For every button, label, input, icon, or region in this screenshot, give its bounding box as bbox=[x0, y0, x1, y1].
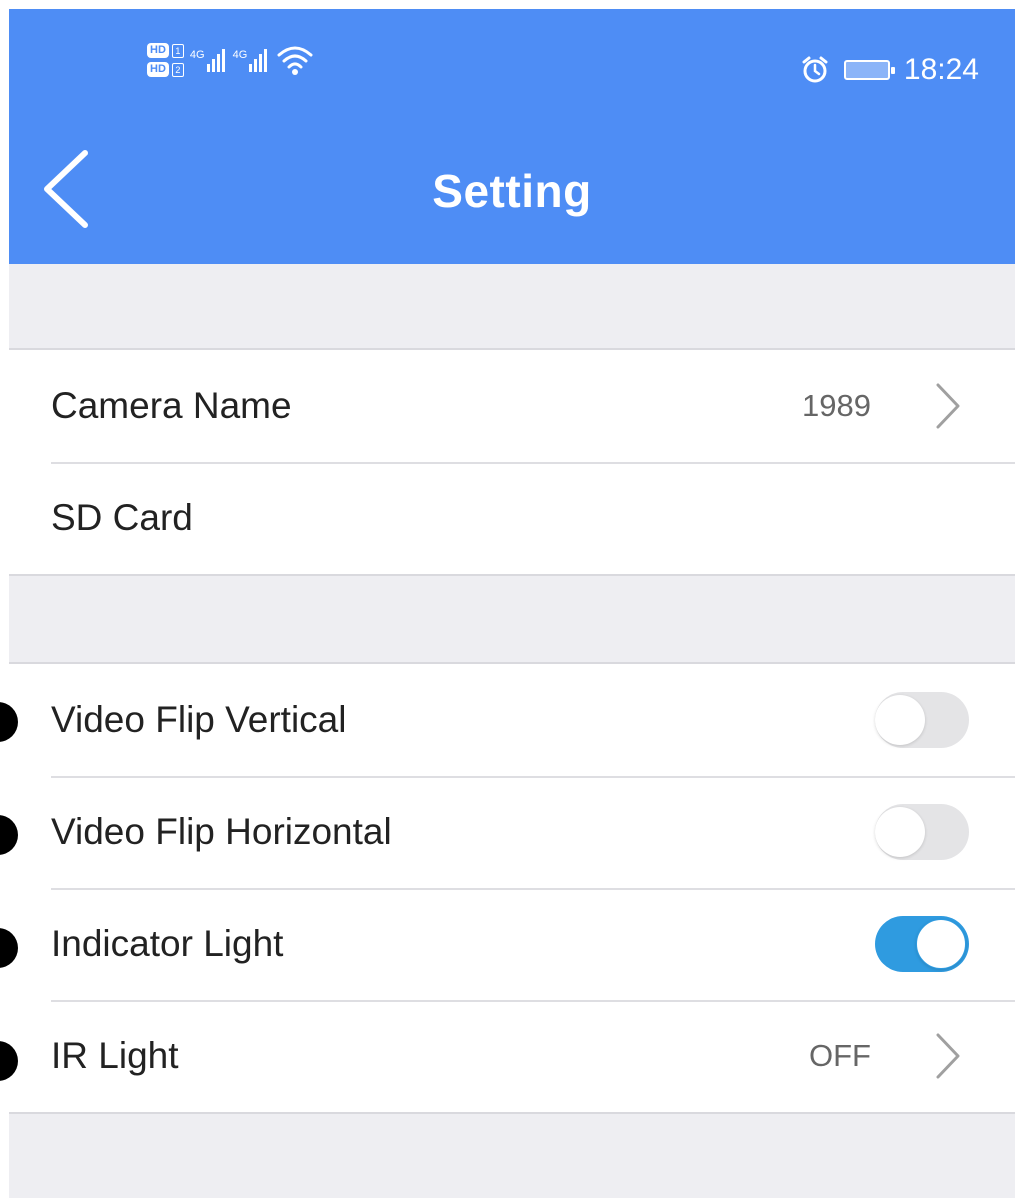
chevron-right-icon bbox=[936, 383, 960, 429]
ir-light-label: IR Light bbox=[51, 1035, 179, 1076]
sim1-hd-icon: HD 1 bbox=[147, 43, 184, 58]
header-bar: HD 1 HD 2 4G 4G 18:24 Setting bbox=[9, 9, 1015, 264]
video-flip-horizontal-toggle[interactable] bbox=[875, 804, 969, 860]
sd-card-row[interactable]: SD Card bbox=[9, 462, 1015, 574]
hd-badge: HD bbox=[147, 43, 169, 58]
settings-screen: HD 1 HD 2 4G 4G 18:24 Setting Camera Nam… bbox=[9, 9, 1015, 1198]
network-type: 4G bbox=[232, 48, 248, 61]
page-title: Setting bbox=[432, 165, 592, 217]
camera-name-row[interactable]: Camera Name 1989 bbox=[9, 350, 1015, 462]
camera-name-label: Camera Name bbox=[51, 385, 292, 426]
sim-hd-icons: HD 1 HD 2 bbox=[147, 43, 184, 77]
alarm-icon bbox=[802, 56, 828, 83]
video-flip-vertical-label: Video Flip Vertical bbox=[51, 699, 347, 740]
sim-number: 1 bbox=[171, 43, 184, 58]
general-settings-group: Camera Name 1989 SD Card bbox=[9, 348, 1015, 576]
camera-name-value: 1989 bbox=[802, 388, 871, 423]
battery-icon bbox=[843, 60, 895, 80]
chevron-right-icon bbox=[936, 1033, 960, 1079]
sim1-signal-icon: 4G bbox=[189, 48, 227, 72]
sim2-hd-icon: HD 2 bbox=[147, 62, 184, 77]
video-flip-horizontal-row: Video Flip Horizontal bbox=[9, 776, 1015, 888]
ir-light-value: OFF bbox=[809, 1038, 871, 1073]
hd-badge: HD bbox=[147, 62, 169, 77]
network-type: 4G bbox=[189, 48, 205, 61]
video-flip-horizontal-label: Video Flip Horizontal bbox=[51, 811, 392, 852]
indicator-light-toggle[interactable] bbox=[875, 916, 969, 972]
status-time: 18:24 bbox=[903, 53, 979, 86]
indicator-light-row: Indicator Light bbox=[9, 888, 1015, 1000]
sim2-signal-icon: 4G bbox=[232, 48, 270, 72]
ir-light-row[interactable]: IR Light OFF bbox=[9, 1000, 1015, 1112]
video-settings-group: Video Flip Vertical Video Flip Horizonta… bbox=[9, 662, 1015, 1114]
indicator-light-label: Indicator Light bbox=[51, 923, 284, 964]
sim-number: 2 bbox=[171, 62, 184, 77]
video-flip-vertical-toggle[interactable] bbox=[875, 692, 969, 748]
video-flip-vertical-row: Video Flip Vertical bbox=[9, 664, 1015, 776]
sd-card-label: SD Card bbox=[51, 497, 193, 538]
status-bar-right: 18:24 bbox=[800, 53, 979, 87]
status-bar-left: HD 1 HD 2 4G 4G bbox=[147, 43, 315, 77]
wifi-icon bbox=[277, 46, 313, 75]
